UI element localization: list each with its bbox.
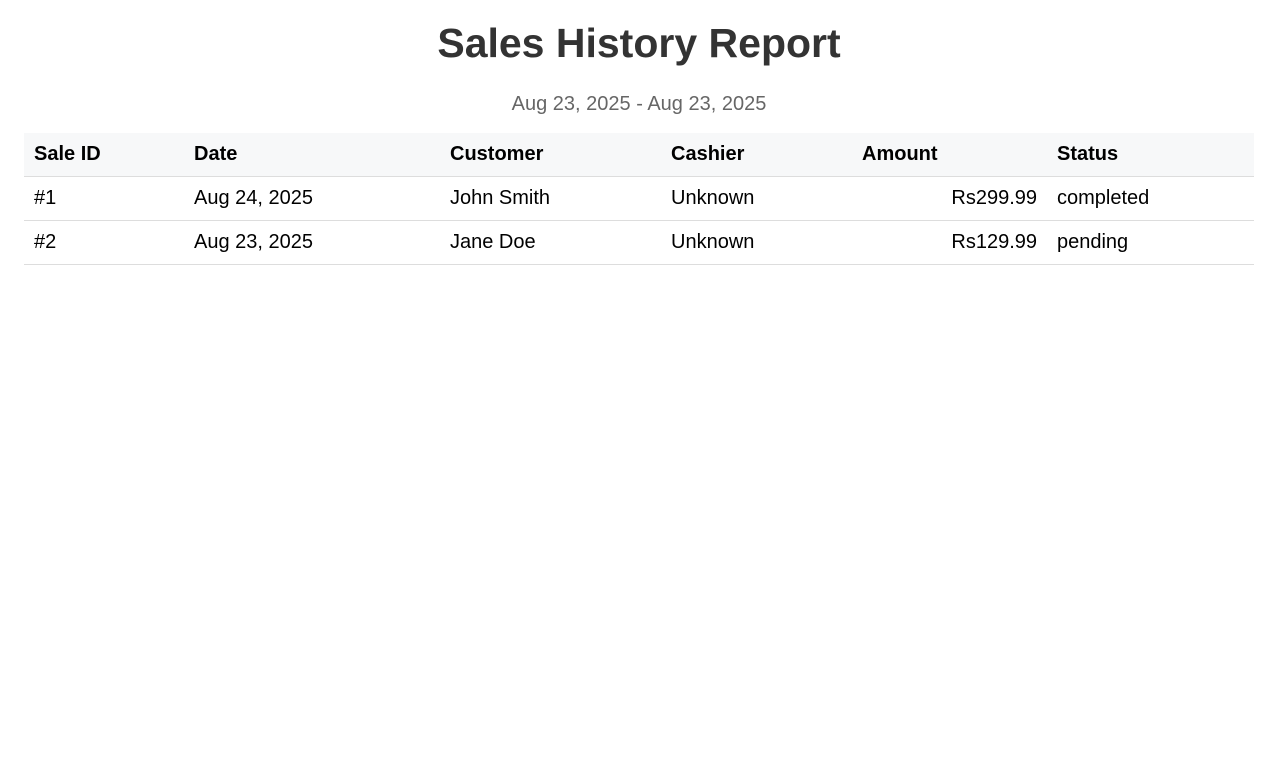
cell-cashier: Unknown — [661, 220, 852, 265]
sales-table: Sale ID Date Customer Cashier Amount Sta… — [24, 133, 1254, 265]
column-header-customer: Customer — [440, 133, 661, 177]
sales-history-report: Sales History Report Aug 23, 2025 - Aug … — [0, 0, 1264, 265]
table-row: #2 Aug 23, 2025 Jane Doe Unknown Rs129.9… — [24, 220, 1254, 265]
cell-status: pending — [1047, 220, 1254, 265]
cell-date: Aug 24, 2025 — [184, 176, 440, 221]
cell-customer: Jane Doe — [440, 220, 661, 265]
date-range: Aug 23, 2025 - Aug 23, 2025 — [511, 93, 767, 115]
cell-date: Aug 23, 2025 — [184, 220, 440, 265]
column-header-status: Status — [1047, 133, 1254, 177]
column-header-date: Date — [184, 133, 440, 177]
column-header-amount: Amount — [852, 133, 1047, 177]
page-title: Sales History Report — [437, 20, 841, 66]
cell-status: completed — [1047, 176, 1254, 221]
cell-sale-id: #2 — [24, 220, 184, 265]
table-row: #1 Aug 24, 2025 John Smith Unknown Rs299… — [24, 176, 1254, 221]
column-header-sale-id: Sale ID — [24, 133, 184, 177]
cell-amount: Rs299.99 — [852, 176, 1047, 221]
cell-amount: Rs129.99 — [852, 220, 1047, 265]
column-header-cashier: Cashier — [661, 133, 852, 177]
cell-sale-id: #1 — [24, 176, 184, 221]
cell-cashier: Unknown — [661, 176, 852, 221]
table-header-row: Sale ID Date Customer Cashier Amount Sta… — [24, 133, 1254, 177]
cell-customer: John Smith — [440, 176, 661, 221]
